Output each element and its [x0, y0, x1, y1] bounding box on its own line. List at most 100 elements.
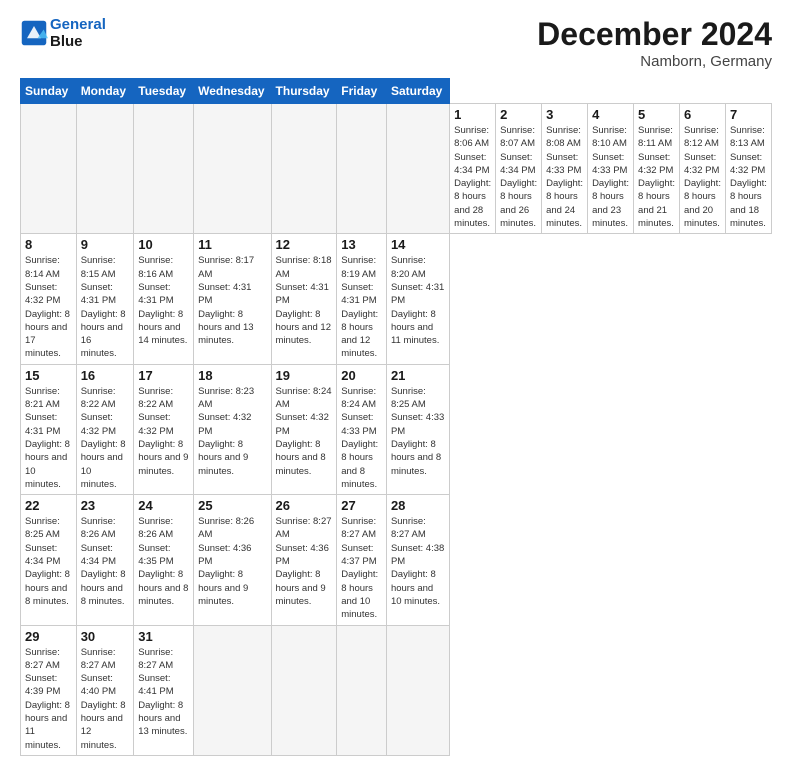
col-thursday: Thursday [271, 79, 337, 104]
day-number: 1 [454, 107, 491, 122]
day-number: 10 [138, 237, 189, 252]
day-info: Sunrise: 8:24 AMSunset: 4:32 PMDaylight:… [276, 385, 333, 478]
day-number: 22 [25, 498, 72, 513]
day-number: 24 [138, 498, 189, 513]
table-row: 22 Sunrise: 8:25 AMSunset: 4:34 PMDayligh… [21, 495, 77, 625]
logo-line2: Blue [50, 33, 83, 50]
day-info: Sunrise: 8:27 AMSunset: 4:36 PMDaylight:… [276, 515, 333, 608]
day-info: Sunrise: 8:06 AMSunset: 4:34 PMDaylight:… [454, 124, 491, 230]
day-info: Sunrise: 8:12 AMSunset: 4:32 PMDaylight:… [684, 124, 721, 230]
day-info: Sunrise: 8:25 AMSunset: 4:34 PMDaylight:… [25, 515, 72, 608]
day-info: Sunrise: 8:11 AMSunset: 4:32 PMDaylight:… [638, 124, 675, 230]
table-row: 9 Sunrise: 8:15 AMSunset: 4:31 PMDaylight… [76, 234, 134, 364]
logo: General Blue [20, 16, 106, 50]
table-row: 4Sunrise: 8:10 AMSunset: 4:33 PMDaylight… [588, 104, 634, 234]
day-number: 20 [341, 368, 382, 383]
day-number: 19 [276, 368, 333, 383]
calendar-week-row: 15Sunrise: 8:21 AMSunset: 4:31 PMDayligh… [21, 364, 772, 494]
table-row: 3 Sunrise: 8:08 AMSunset: 4:33 PMDaylight… [542, 104, 588, 234]
day-info: Sunrise: 8:26 AMSunset: 4:34 PMDaylight:… [81, 515, 130, 608]
day-info: Sunrise: 8:27 AMSunset: 4:40 PMDaylight:… [81, 646, 130, 752]
table-row [194, 104, 271, 234]
day-info: Sunrise: 8:16 AMSunset: 4:31 PMDaylight:… [138, 254, 189, 347]
day-number: 11 [198, 237, 266, 252]
day-number: 16 [81, 368, 130, 383]
calendar-week-row: 22 Sunrise: 8:25 AMSunset: 4:34 PMDayligh… [21, 495, 772, 625]
table-row: 30 Sunrise: 8:27 AMSunset: 4:40 PMDayligh… [76, 625, 134, 755]
table-row: 5Sunrise: 8:11 AMSunset: 4:32 PMDaylight… [634, 104, 680, 234]
day-info: Sunrise: 8:26 AMSunset: 4:36 PMDaylight:… [198, 515, 266, 608]
month-title: December 2024 [537, 16, 772, 53]
day-number: 6 [684, 107, 721, 122]
table-row [194, 625, 271, 755]
day-number: 13 [341, 237, 382, 252]
day-info: Sunrise: 8:27 AMSunset: 4:41 PMDaylight:… [138, 646, 189, 739]
day-info: Sunrise: 8:27 AMSunset: 4:38 PMDaylight:… [391, 515, 445, 608]
table-row: 16 Sunrise: 8:22 AMSunset: 4:32 PMDayligh… [76, 364, 134, 494]
calendar-table: Sunday Monday Tuesday Wednesday Thursday… [20, 78, 772, 756]
day-info: Sunrise: 8:24 AMSunset: 4:33 PMDaylight:… [341, 385, 382, 491]
col-wednesday: Wednesday [194, 79, 271, 104]
day-info: Sunrise: 8:07 AMSunset: 4:34 PMDaylight:… [500, 124, 537, 230]
day-number: 25 [198, 498, 266, 513]
table-row: 12Sunrise: 8:18 AMSunset: 4:31 PMDayligh… [271, 234, 337, 364]
day-info: Sunrise: 8:27 AMSunset: 4:39 PMDaylight:… [25, 646, 72, 752]
day-number: 18 [198, 368, 266, 383]
location: Namborn, Germany [537, 53, 772, 70]
calendar-header-row: Sunday Monday Tuesday Wednesday Thursday… [21, 79, 772, 104]
col-friday: Friday [337, 79, 387, 104]
day-info: Sunrise: 8:10 AMSunset: 4:33 PMDaylight:… [592, 124, 629, 230]
table-row [337, 625, 387, 755]
day-number: 17 [138, 368, 189, 383]
day-info: Sunrise: 8:22 AMSunset: 4:32 PMDaylight:… [81, 385, 130, 491]
table-row [76, 104, 134, 234]
day-number: 21 [391, 368, 445, 383]
table-row: 29 Sunrise: 8:27 AMSunset: 4:39 PMDayligh… [21, 625, 77, 755]
col-tuesday: Tuesday [134, 79, 194, 104]
table-row: 13 Sunrise: 8:19 AMSunset: 4:31 PMDayligh… [337, 234, 387, 364]
day-number: 15 [25, 368, 72, 383]
logo-text: General Blue [50, 16, 106, 50]
table-row: 14Sunrise: 8:20 AMSunset: 4:31 PMDayligh… [386, 234, 449, 364]
day-info: Sunrise: 8:08 AMSunset: 4:33 PMDaylight:… [546, 124, 583, 230]
col-sunday: Sunday [21, 79, 77, 104]
table-row: 27 Sunrise: 8:27 AMSunset: 4:37 PMDayligh… [337, 495, 387, 625]
day-number: 3 [546, 107, 583, 122]
table-row [271, 104, 337, 234]
day-number: 26 [276, 498, 333, 513]
day-info: Sunrise: 8:13 AMSunset: 4:32 PMDaylight:… [730, 124, 767, 230]
day-number: 30 [81, 629, 130, 644]
table-row [386, 625, 449, 755]
col-saturday: Saturday [386, 79, 449, 104]
day-info: Sunrise: 8:20 AMSunset: 4:31 PMDaylight:… [391, 254, 445, 347]
table-row: 20 Sunrise: 8:24 AMSunset: 4:33 PMDayligh… [337, 364, 387, 494]
table-row: 26 Sunrise: 8:27 AMSunset: 4:36 PMDayligh… [271, 495, 337, 625]
table-row [337, 104, 387, 234]
title-block: December 2024 Namborn, Germany [537, 16, 772, 70]
table-row: 6 Sunrise: 8:12 AMSunset: 4:32 PMDaylight… [680, 104, 726, 234]
day-number: 29 [25, 629, 72, 644]
day-number: 27 [341, 498, 382, 513]
day-number: 9 [81, 237, 130, 252]
table-row: 10 Sunrise: 8:16 AMSunset: 4:31 PMDayligh… [134, 234, 194, 364]
table-row: 23Sunrise: 8:26 AMSunset: 4:34 PMDayligh… [76, 495, 134, 625]
table-row: 28Sunrise: 8:27 AMSunset: 4:38 PMDayligh… [386, 495, 449, 625]
day-info: Sunrise: 8:18 AMSunset: 4:31 PMDaylight:… [276, 254, 333, 347]
day-info: Sunrise: 8:19 AMSunset: 4:31 PMDaylight:… [341, 254, 382, 360]
day-info: Sunrise: 8:15 AMSunset: 4:31 PMDaylight:… [81, 254, 130, 360]
day-info: Sunrise: 8:14 AMSunset: 4:32 PMDaylight:… [25, 254, 72, 360]
logo-icon [20, 19, 48, 47]
day-info: Sunrise: 8:27 AMSunset: 4:37 PMDaylight:… [341, 515, 382, 621]
table-row: 31Sunrise: 8:27 AMSunset: 4:41 PMDayligh… [134, 625, 194, 755]
header: General Blue December 2024 Namborn, Germ… [20, 16, 772, 70]
calendar-week-row: 29 Sunrise: 8:27 AMSunset: 4:39 PMDayligh… [21, 625, 772, 755]
calendar-week-row: 8Sunrise: 8:14 AMSunset: 4:32 PMDaylight… [21, 234, 772, 364]
logo-line1: General [50, 16, 106, 33]
table-row: 15Sunrise: 8:21 AMSunset: 4:31 PMDayligh… [21, 364, 77, 494]
table-row: 7Sunrise: 8:13 AMSunset: 4:32 PMDaylight… [725, 104, 771, 234]
table-row [386, 104, 449, 234]
day-info: Sunrise: 8:26 AMSunset: 4:35 PMDaylight:… [138, 515, 189, 608]
table-row: 18Sunrise: 8:23 AMSunset: 4:32 PMDayligh… [194, 364, 271, 494]
table-row: 2Sunrise: 8:07 AMSunset: 4:34 PMDaylight… [496, 104, 542, 234]
page: General Blue December 2024 Namborn, Germ… [0, 0, 792, 766]
